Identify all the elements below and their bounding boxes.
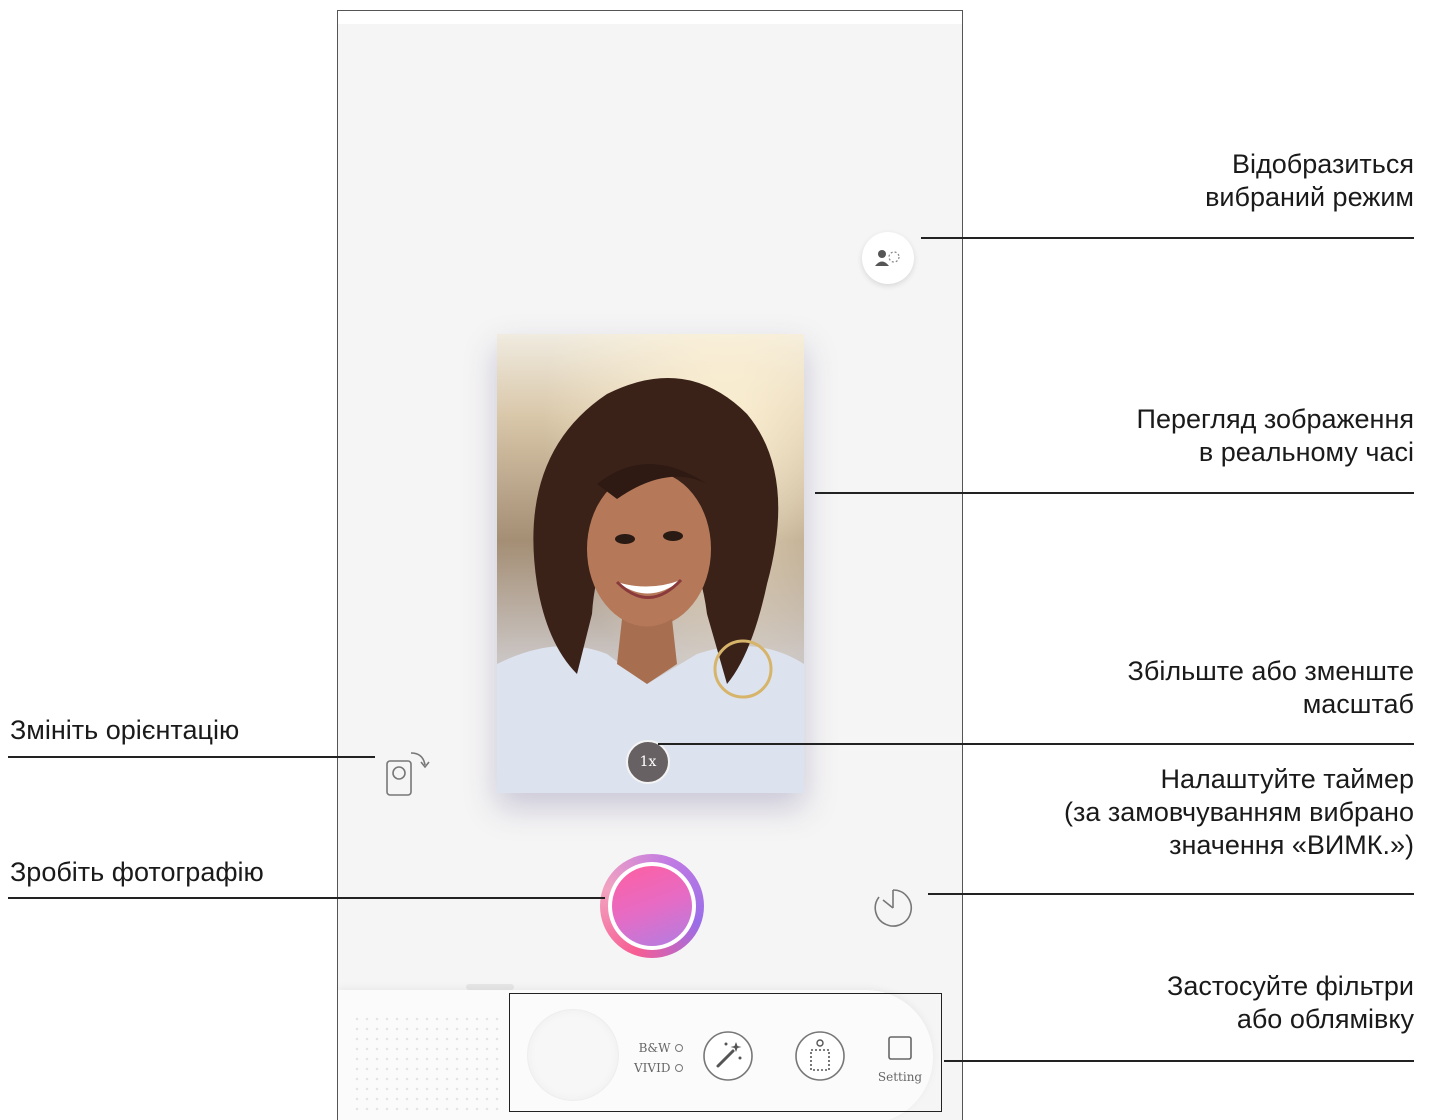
- live-view-callout-text: Перегляд зображення в реальному часі: [1136, 404, 1414, 467]
- phone-frame: 1x B&W VIVID Setting: [337, 10, 963, 1120]
- mode-indicator-button[interactable]: [862, 232, 914, 284]
- zoom-callout-line: [658, 743, 1414, 745]
- filters-callout-text: Застосуйте фільтри або облямівку: [1167, 971, 1414, 1034]
- live-view-callout-line: [815, 492, 1414, 494]
- mode-callout-text: Відобразиться вибраний режим: [1205, 149, 1414, 212]
- camera-screen: 1x B&W VIVID Setting: [338, 24, 962, 1120]
- orientation-rotate-icon: [386, 752, 430, 796]
- timer-callout-line: [928, 893, 1414, 895]
- orientation-button[interactable]: [383, 747, 431, 799]
- live-preview: [497, 334, 804, 793]
- filters-callout-line: [944, 1060, 1414, 1062]
- timer-callout-text: Налаштуйте таймер (за замовчуванням вибр…: [1064, 764, 1414, 860]
- timer-button[interactable]: [869, 884, 917, 932]
- shutter-core: [612, 866, 692, 946]
- mode-callout-line: [921, 237, 1414, 239]
- filter-highlight-box: [509, 993, 942, 1112]
- orientation-callout-text: Змініть орієнтацію: [10, 715, 240, 745]
- zoom-level-label: 1x: [639, 754, 657, 770]
- shutter-ring: [608, 862, 696, 950]
- zoom-callout-text: Збільште або зменште масштаб: [1127, 656, 1414, 719]
- shutter-callout-line: [8, 897, 605, 899]
- zoom-button[interactable]: 1x: [626, 740, 670, 784]
- shutter-callout-text: Зробіть фотографію: [10, 857, 264, 887]
- dot-pattern: [352, 1014, 502, 1114]
- shutter-button[interactable]: [600, 854, 704, 958]
- portrait-photo: [497, 334, 804, 793]
- mode-indicator-icon: [875, 250, 900, 266]
- timer-icon: [874, 889, 913, 927]
- orientation-callout-line: [8, 756, 375, 758]
